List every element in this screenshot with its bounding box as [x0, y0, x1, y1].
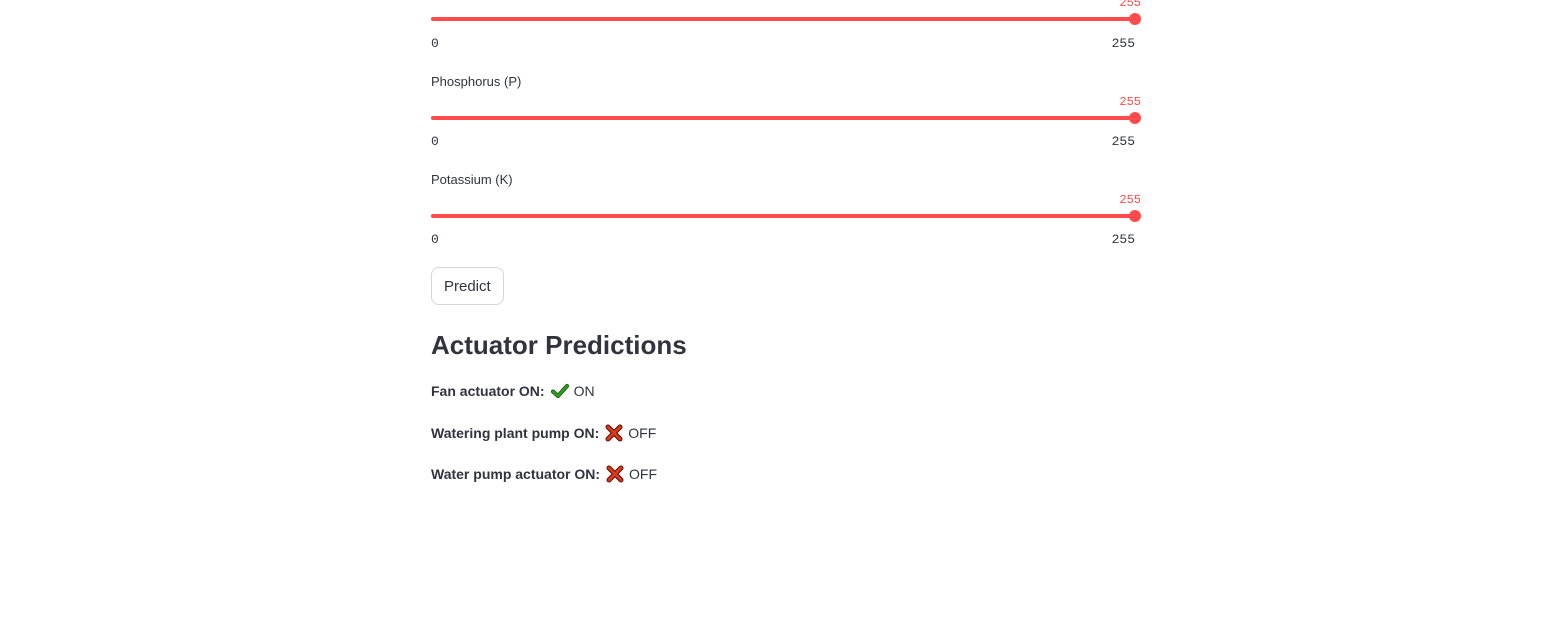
slider-thumb[interactable] [1129, 210, 1141, 222]
slider-potassium: Potassium (K) 255 0 255 [431, 172, 1141, 247]
slider-label: Potassium (K) [431, 172, 513, 187]
prediction-label: Fan actuator ON: [431, 383, 545, 399]
prediction-status: OFF [629, 466, 658, 482]
slider-fill [431, 214, 1135, 218]
prediction-label: Water pump actuator ON: [431, 466, 601, 482]
slider-max-label: 255 [1111, 36, 1135, 51]
slider-current-value: 255 [1119, 95, 1141, 109]
slider-max-label: 255 [1111, 232, 1135, 247]
slider-thumb[interactable] [1129, 13, 1141, 25]
slider-min-label: 0 [431, 36, 439, 51]
prediction-status: OFF [628, 425, 657, 441]
prediction-watering-pump: Watering plant pump ON: OFF [431, 424, 656, 442]
slider-track[interactable] [431, 13, 1141, 25]
slider-label: Phosphorus (P) [431, 74, 522, 89]
cross-icon [606, 465, 624, 483]
slider-min-label: 0 [431, 134, 439, 149]
slider-max-label: 255 [1111, 134, 1135, 149]
slider-track[interactable] [431, 112, 1141, 124]
slider-min-label: 0 [431, 232, 439, 247]
slider-fill [431, 116, 1135, 120]
prediction-status: ON [573, 383, 595, 399]
slider-current-value: 255 [1119, 0, 1141, 10]
prediction-label: Watering plant pump ON: [431, 425, 600, 441]
section-title: Actuator Predictions [431, 330, 687, 360]
prediction-water-pump: Water pump actuator ON: OFF [431, 465, 657, 483]
check-icon [550, 382, 569, 400]
slider-thumb[interactable] [1129, 112, 1141, 124]
slider-nitrogen: 255 0 255 [431, 0, 1141, 51]
prediction-fan: Fan actuator ON: ON [431, 382, 595, 400]
slider-track[interactable] [431, 210, 1141, 222]
slider-current-value: 255 [1119, 193, 1141, 207]
slider-fill [431, 17, 1135, 21]
predict-button[interactable]: Predict [431, 267, 504, 305]
cross-icon [605, 424, 623, 442]
slider-phosphorus: Phosphorus (P) 255 0 255 [431, 74, 1141, 149]
